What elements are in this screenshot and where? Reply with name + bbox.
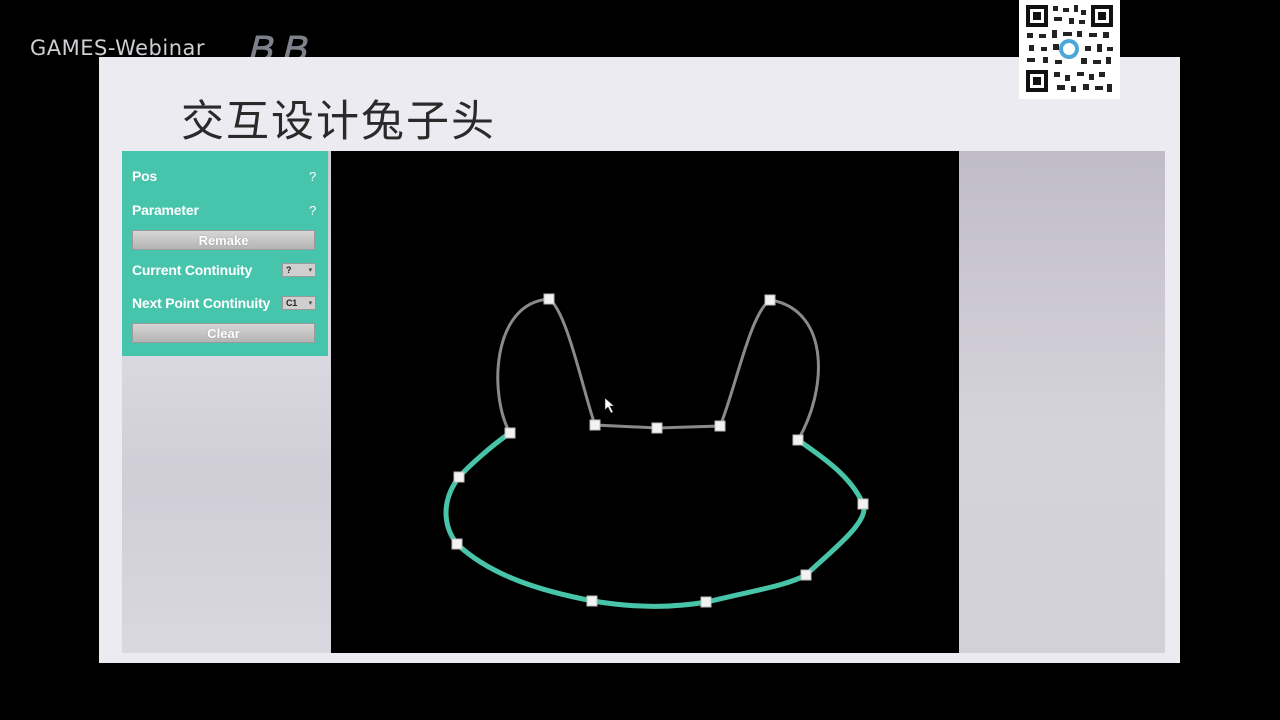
bezier-curve-ears: [496, 297, 820, 441]
right-background: [959, 151, 1165, 653]
current-continuity-value: ?: [286, 265, 292, 275]
control-point[interactable]: [453, 471, 465, 483]
control-point[interactable]: [589, 419, 601, 431]
current-continuity-row: Current Continuity ? ▾: [132, 260, 316, 280]
control-point[interactable]: [504, 427, 516, 439]
drawing-canvas[interactable]: [331, 151, 959, 653]
next-point-continuity-label: Next Point Continuity: [132, 295, 271, 311]
chevron-down-icon: ▾: [308, 300, 313, 307]
control-point[interactable]: [857, 498, 869, 510]
control-point[interactable]: [700, 596, 712, 608]
clear-button[interactable]: Clear: [132, 323, 315, 343]
control-point[interactable]: [543, 293, 555, 305]
next-point-continuity-row: Next Point Continuity C1 ▾: [132, 293, 316, 313]
control-point[interactable]: [764, 294, 776, 306]
mouse-cursor-icon: [604, 397, 615, 414]
chevron-down-icon: ▾: [308, 267, 313, 274]
control-point[interactable]: [800, 569, 812, 581]
qr-code-icon: [1019, 0, 1120, 99]
parameter-help-icon[interactable]: ?: [309, 203, 316, 218]
current-continuity-label: Current Continuity: [132, 262, 253, 278]
control-point[interactable]: [451, 538, 463, 550]
pos-row[interactable]: Pos ?: [132, 166, 316, 186]
parameter-label: Parameter: [132, 202, 199, 218]
control-point[interactable]: [586, 595, 598, 607]
slide-title: 交互设计兔子头: [181, 97, 496, 147]
control-point[interactable]: [714, 420, 726, 432]
pos-label: Pos: [132, 168, 158, 184]
control-point[interactable]: [651, 422, 663, 434]
next-point-continuity-select[interactable]: C1 ▾: [282, 296, 316, 310]
remake-button[interactable]: Remake: [132, 230, 315, 250]
current-continuity-select[interactable]: ? ▾: [282, 263, 316, 277]
next-point-continuity-value: C1: [286, 298, 298, 308]
pos-help-icon[interactable]: ?: [309, 169, 316, 184]
parameter-row[interactable]: Parameter ?: [132, 200, 316, 220]
control-panel: Pos ? Parameter ? Remake Current Continu…: [122, 151, 328, 356]
bezier-app: Pos ? Parameter ? Remake Current Continu…: [122, 151, 1165, 653]
control-point[interactable]: [792, 434, 804, 446]
